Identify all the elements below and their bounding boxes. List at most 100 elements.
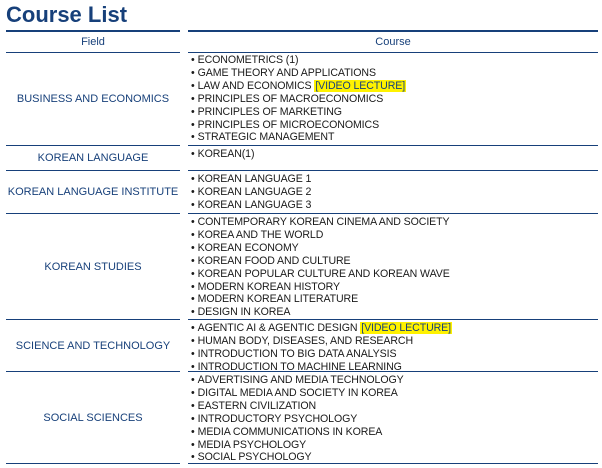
course-name: ADVERTISING AND MEDIA TECHNOLOGY [197,374,404,386]
field-cell: KOREAN LANGUAGE INSTITUTE [6,171,180,214]
course-item: • KOREAN POPULAR CULTURE AND KOREAN WAVE [191,268,598,281]
course-name: PRINCIPLES OF MARKETING [197,105,342,118]
table-row: KOREAN LANGUAGE • KOREAN(1) [6,146,598,171]
course-name: KOREAN ECONOMY [197,241,299,254]
course-name: MEDIA PSYCHOLOGY [197,438,307,451]
bullet: • [191,92,195,105]
bullet: • [191,148,195,160]
bullet: • [191,79,195,92]
course-item: • INTRODUCTION TO BIG DATA ANALYSIS [191,348,598,361]
course-list-page: Course List Field Course BUSINESS AND EC… [0,0,602,468]
bullet: • [191,438,195,451]
course-cell: • AGENTIC AI & AGENTIC DESIGN [VIDEO LECT… [188,320,598,373]
video-lecture-badge: [VIDEO LECTURE] [360,322,452,334]
bullet: • [191,228,195,241]
course-name: INTRODUCTION TO MACHINE LEARNING [197,360,402,373]
course-name: KOREAN FOOD AND CULTURE [197,254,351,267]
course-name: MEDIA COMMUNICATIONS IN KOREA [197,425,383,438]
header-field: Field [6,30,180,53]
table-row: SOCIAL SCIENCES • ADVERTISING AND MEDIA TE… [6,372,598,464]
course-name: EASTERN CIVILIZATION [197,399,317,412]
course-name: DESIGN IN KOREA [197,306,291,319]
course-name: KOREAN LANGUAGE 1 [197,173,312,185]
course-cell: • KOREAN(1) [188,146,598,171]
video-lecture-badge: [VIDEO LECTURE] [314,79,407,92]
course-item: • KOREA AND THE WORLD [191,229,598,242]
bullet: • [191,360,195,373]
bullet: • [191,267,195,280]
bullet: • [191,280,195,293]
course-name: KOREAN LANGUAGE 3 [197,198,312,211]
course-item: • KOREAN ECONOMY [191,242,598,255]
course-item: • CONTEMPORARY KOREAN CINEMA AND SOCIETY [191,216,598,229]
course-name: KOREAN LANGUAGE 2 [197,185,312,198]
field-cell: SCIENCE AND TECHNOLOGY [6,320,180,372]
course-item: • PRINCIPLES OF MARKETING [191,106,598,119]
course-item: • ADVERTISING AND MEDIA TECHNOLOGY [191,374,598,387]
course-name: PRINCIPLES OF MACROECONOMICS [197,92,384,105]
course-item: • MEDIA PSYCHOLOGY [191,439,598,452]
course-name: MODERN KOREAN LITERATURE [197,293,359,306]
bullet: • [191,374,195,386]
table-row: BUSINESS AND ECONOMICS • ECONOMETRICS (1) •… [6,52,598,146]
course-name: GAME THEORY AND APPLICATIONS [197,66,376,79]
course-item: • KOREAN LANGUAGE 1 [191,173,598,186]
table-body: BUSINESS AND ECONOMICS • ECONOMETRICS (1) •… [6,52,598,464]
course-table: Field Course BUSINESS AND ECONOMICS • ECON… [6,30,598,464]
field-cell: KOREAN LANGUAGE [6,146,180,171]
bullet: • [191,105,195,118]
table-row: KOREAN STUDIES • CONTEMPORARY KOREAN CINEM… [6,214,598,320]
course-cell: • ADVERTISING AND MEDIA TECHNOLOGY • DIGITA… [188,372,598,464]
bullet: • [191,347,195,360]
course-item: • KOREAN FOOD AND CULTURE [191,255,598,268]
course-item: • MODERN KOREAN LITERATURE [191,293,598,306]
table-row: KOREAN LANGUAGE INSTITUTE • KOREAN LANGUAG… [6,171,598,214]
course-item: • ECONOMETRICS (1) [191,54,598,67]
course-item: • HUMAN BODY, DISEASES, AND RESEARCH [191,335,598,348]
course-item: • KOREAN LANGUAGE 2 [191,186,598,199]
course-name: KOREAN POPULAR CULTURE AND KOREAN WAVE [197,267,450,280]
course-name: DIGITAL MEDIA AND SOCIETY IN KOREA [197,386,398,399]
course-name: CONTEMPORARY KOREAN CINEMA AND SOCIETY [197,216,450,228]
course-cell: • KOREAN LANGUAGE 1 • KOREAN LANGUAGE 2 • KOR… [188,171,598,214]
course-name: LAW AND ECONOMICS [197,79,315,92]
bullet: • [191,306,195,319]
header-course: Course [188,30,598,53]
bullet: • [191,334,195,347]
page-title: Course List [6,2,128,27]
course-name: KOREAN(1) [197,148,255,160]
course-name: HUMAN BODY, DISEASES, AND RESEARCH [197,334,414,347]
bullet: • [191,412,195,425]
bullet: • [191,131,195,144]
bullet: • [191,451,195,464]
field-cell: KOREAN STUDIES [6,214,180,320]
course-name: AGENTIC AI & AGENTIC DESIGN [197,322,361,334]
course-item: • DESIGN IN KOREA [191,306,598,319]
course-name: INTRODUCTORY PSYCHOLOGY [197,412,358,425]
course-name: SOCIAL PSYCHOLOGY [197,451,312,464]
course-item: • GAME THEORY AND APPLICATIONS [191,67,598,80]
course-item: • KOREAN LANGUAGE 3 [191,199,598,212]
course-item: • MEDIA COMMUNICATIONS IN KOREA [191,426,598,439]
course-item: • MODERN KOREAN HISTORY [191,281,598,294]
course-item: • SOCIAL PSYCHOLOGY [191,451,598,464]
bullet: • [191,185,195,198]
course-name: STRATEGIC MANAGEMENT [197,131,335,144]
course-cell: • ECONOMETRICS (1) • GAME THEORY AND APPLIC… [188,52,598,146]
bullet: • [191,322,195,334]
bullet: • [191,216,195,228]
course-item: • EASTERN CIVILIZATION [191,400,598,413]
course-name: MODERN KOREAN HISTORY [197,280,340,293]
bullet: • [191,254,195,267]
bullet: • [191,293,195,306]
bullet: • [191,173,195,185]
bullet: • [191,198,195,211]
bullet: • [191,118,195,131]
course-name: KOREA AND THE WORLD [197,228,324,241]
course-name: ECONOMETRICS (1) [197,54,299,66]
course-cell: • CONTEMPORARY KOREAN CINEMA AND SOCIETY •… [188,214,598,320]
course-item: • AGENTIC AI & AGENTIC DESIGN [VIDEO LECT… [191,322,598,335]
course-item: • KOREAN(1) [191,148,598,161]
bullet: • [191,241,195,254]
course-name: INTRODUCTION TO BIG DATA ANALYSIS [197,347,397,360]
